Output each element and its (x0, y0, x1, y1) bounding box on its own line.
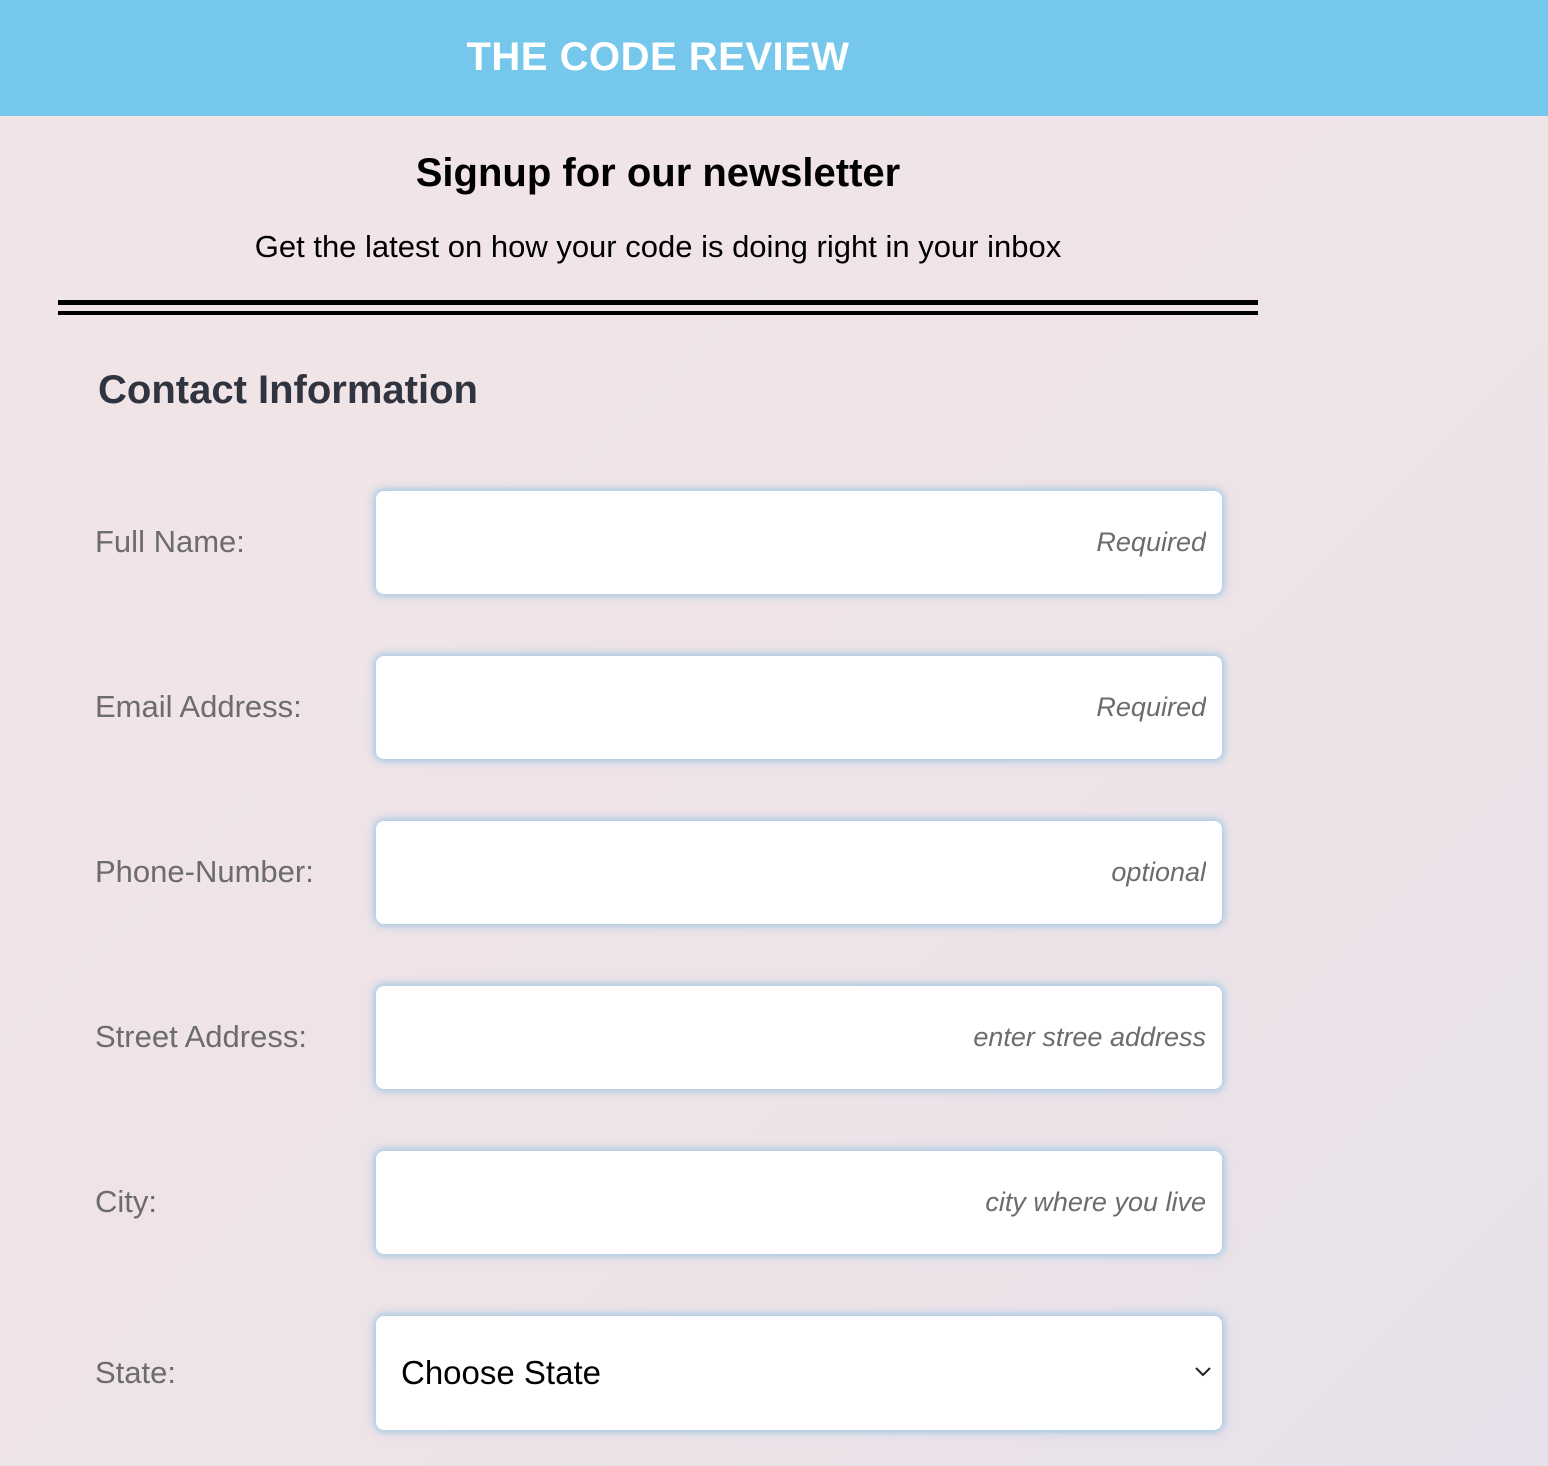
street-address-field (376, 986, 1222, 1089)
email-label: Email Address: (95, 689, 302, 724)
full-name-field (376, 491, 1222, 594)
street-address-label: Street Address: (95, 1019, 307, 1054)
site-title: THE CODE REVIEW (466, 35, 850, 79)
full-name-label: Full Name: (95, 524, 245, 559)
state-select-value: Choose State (401, 1354, 601, 1391)
city-field (376, 1151, 1222, 1254)
contact-section-title: Contact Information (98, 368, 478, 412)
email-input[interactable] (376, 656, 1222, 759)
site-header: THE CODE REVIEW (0, 0, 1548, 116)
phone-input[interactable] (376, 821, 1222, 924)
state-label: State: (95, 1355, 176, 1390)
city-input[interactable] (376, 1151, 1222, 1254)
phone-label: Phone-Number: (95, 854, 314, 889)
chevron-down-icon (1195, 1367, 1211, 1377)
state-select[interactable]: Choose State (376, 1316, 1222, 1430)
newsletter-subtitle: Get the latest on how your code is doing… (254, 229, 1062, 264)
street-address-input[interactable] (376, 986, 1222, 1089)
newsletter-heading: Signup for our newsletter (415, 151, 901, 195)
full-name-input[interactable] (376, 491, 1222, 594)
section-divider (58, 300, 1258, 315)
city-label: City: (95, 1184, 157, 1219)
email-field (376, 656, 1222, 759)
phone-field (376, 821, 1222, 924)
